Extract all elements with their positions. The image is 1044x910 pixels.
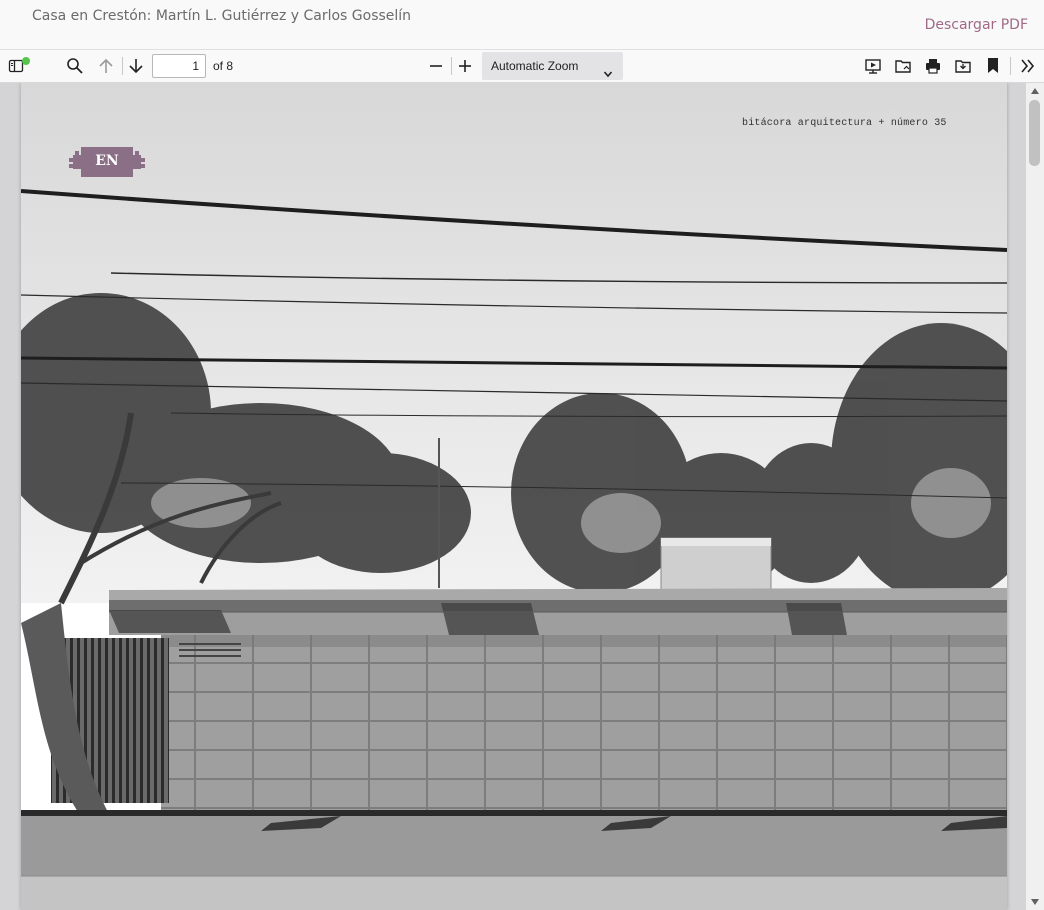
architecture-photo <box>21 83 1007 910</box>
next-page-button[interactable] <box>123 53 149 79</box>
zoom-value: Automatic Zoom <box>491 59 579 73</box>
tools-icon <box>1019 57 1037 75</box>
tools-button[interactable] <box>1015 53 1041 79</box>
pdf-toolbar: of 8 Automatic Zoom <box>0 50 1044 83</box>
page-number-input[interactable] <box>152 54 206 78</box>
print-icon <box>924 57 942 75</box>
vertical-scrollbar[interactable] <box>1026 83 1044 910</box>
download-icon <box>954 57 972 75</box>
open-file-icon <box>894 57 912 75</box>
open-file-button[interactable] <box>890 53 916 79</box>
find-button[interactable] <box>62 53 88 79</box>
download-button[interactable] <box>950 53 976 79</box>
presentation-mode-button[interactable] <box>860 53 886 79</box>
language-badge-label: EN <box>95 153 119 169</box>
bookmark-icon <box>986 57 1000 75</box>
zoom-in-button[interactable] <box>452 53 478 79</box>
previous-page-button[interactable] <box>93 53 119 79</box>
zoom-in-icon <box>457 58 473 74</box>
next-page-icon <box>127 57 145 75</box>
scrollbar-thumb[interactable] <box>1029 100 1040 166</box>
page-count-label: of 8 <box>213 59 234 73</box>
zoom-out-button[interactable] <box>423 53 449 79</box>
document-title: Casa en Crestón: Martín L. Gutiérrez y C… <box>32 8 412 24</box>
pdf-page: bitácora arquitectura + número 35 EN <box>21 83 1007 910</box>
pdf-viewer-container[interactable]: bitácora arquitectura + número 35 EN <box>0 83 1044 910</box>
previous-page-icon <box>97 57 115 75</box>
toolbar-separator <box>1010 57 1011 75</box>
page-header-text: bitácora arquitectura + número 35 <box>742 118 947 129</box>
scroll-up-arrow-icon[interactable] <box>1031 88 1039 94</box>
download-pdf-link[interactable]: Descargar PDF <box>925 17 1028 33</box>
notification-dot <box>22 57 30 65</box>
sidebar-toggle-button[interactable] <box>3 53 30 79</box>
language-badge[interactable]: EN <box>69 147 145 177</box>
presentation-mode-icon <box>864 57 882 75</box>
print-button[interactable] <box>920 53 946 79</box>
zoom-out-icon <box>428 58 444 74</box>
search-icon <box>66 57 84 75</box>
scroll-down-arrow-icon[interactable] <box>1031 899 1039 905</box>
zoom-select[interactable]: Automatic Zoom <box>482 52 623 80</box>
document-header-bar: Casa en Crestón: Martín L. Gutiérrez y C… <box>0 0 1044 50</box>
bookmark-button[interactable] <box>980 53 1006 79</box>
